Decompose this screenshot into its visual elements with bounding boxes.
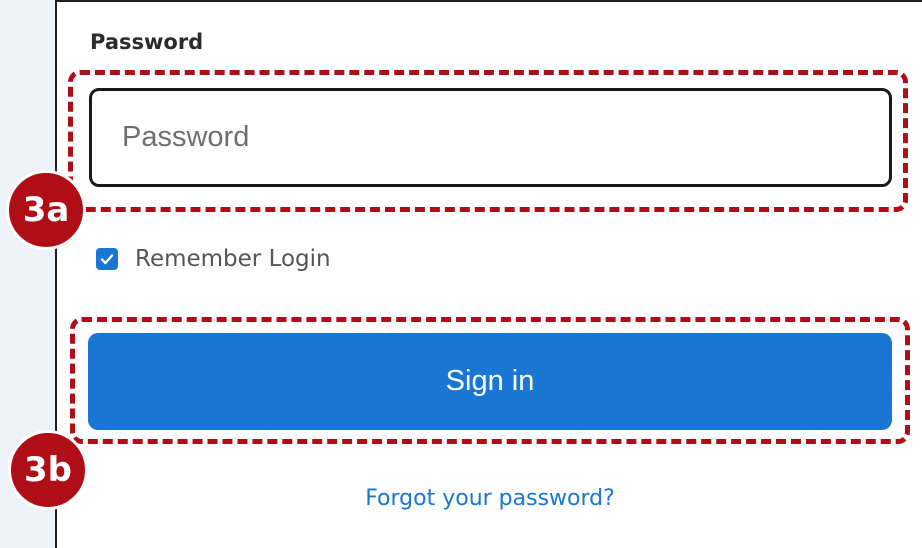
forgot-password-link[interactable]: Forgot your password? — [88, 486, 892, 511]
login-screenshot: Password Remember Login Sign in Forgot y… — [0, 0, 922, 548]
remember-login-checkbox[interactable] — [96, 248, 118, 270]
checkmark-icon — [100, 254, 114, 265]
remember-login-row[interactable]: Remember Login — [96, 246, 331, 272]
annotation-box-3b — [70, 317, 910, 444]
step-badge-3a: 3a — [6, 170, 86, 250]
step-badge-3b: 3b — [8, 430, 88, 510]
annotation-box-3a — [68, 70, 908, 212]
password-label: Password — [90, 30, 204, 54]
remember-login-label: Remember Login — [135, 246, 331, 272]
